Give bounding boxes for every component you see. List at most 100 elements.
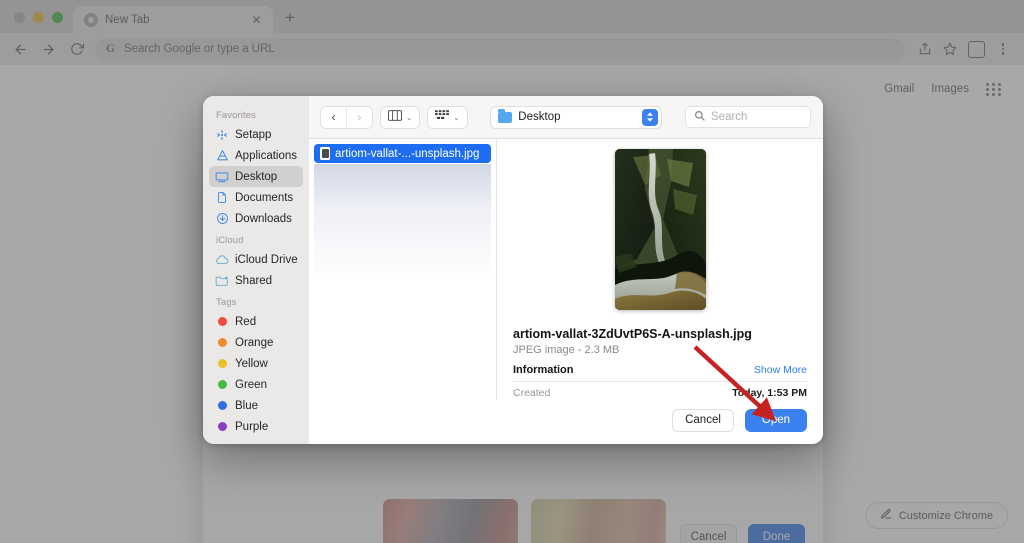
- file-open-dialog: Favorites Setapp Applications Desktop Docume…: [203, 96, 823, 444]
- background-thumbnail[interactable]: [531, 499, 666, 543]
- forward-icon: ›: [357, 110, 362, 124]
- images-link[interactable]: Images: [931, 83, 969, 95]
- minimize-window-button[interactable]: [33, 12, 44, 23]
- sidebar-item-label: Applications: [235, 149, 298, 162]
- cancel-button[interactable]: Cancel: [672, 408, 734, 432]
- window-traffic-lights: [0, 12, 73, 33]
- sidebar-item-blue[interactable]: Blue: [209, 395, 303, 416]
- downloads-icon: [215, 212, 229, 226]
- group-view-icon: [435, 108, 450, 126]
- sidebar-item-documents[interactable]: Documents: [209, 187, 303, 208]
- close-icon[interactable]: ✕: [249, 12, 264, 27]
- preview-filename: artiom-vallat-3ZdUvtP6S-A-unsplash.jpg: [513, 327, 752, 341]
- background-cancel-button[interactable]: Cancel: [680, 524, 737, 543]
- profile-icon[interactable]: [968, 40, 985, 58]
- tag-dot-icon: [215, 378, 229, 392]
- tag-color-dot: [217, 317, 227, 326]
- sidebar: Favorites Setapp Applications Desktop Docume…: [203, 96, 309, 444]
- group-by-button[interactable]: ⌄: [427, 105, 468, 129]
- gmail-link[interactable]: Gmail: [884, 83, 914, 95]
- tag-dot-icon: [215, 399, 229, 413]
- current-folder-label: Desktop: [518, 111, 561, 123]
- cloud-icon: [215, 253, 229, 267]
- sidebar-item-label: Shared: [235, 274, 273, 287]
- preview-kind-size: JPEG image - 2.3 MB: [513, 344, 620, 356]
- back-icon[interactable]: ‹: [321, 107, 346, 128]
- show-more-link[interactable]: Show More: [754, 364, 807, 376]
- sidebar-item-orange[interactable]: Orange: [209, 332, 303, 353]
- tag-color-dot: [217, 338, 227, 347]
- desktop-icon: [215, 170, 229, 184]
- browser-tab[interactable]: New Tab ✕: [73, 6, 273, 33]
- more-menu-icon[interactable]: [991, 37, 1015, 61]
- sidebar-item-label: Downloads: [235, 212, 292, 225]
- sidebar-item-label: Setapp: [235, 128, 272, 141]
- new-tab-button[interactable]: +: [277, 7, 303, 33]
- bookmark-star-icon[interactable]: [938, 37, 962, 61]
- search-input[interactable]: G Search Google or type a URL: [95, 37, 905, 61]
- stepper-icon[interactable]: [642, 108, 659, 126]
- information-label: Information: [513, 364, 574, 376]
- shared-folder-icon: [215, 274, 229, 288]
- background-dialog-footer: Cancel Done: [680, 524, 805, 543]
- sidebar-item-downloads[interactable]: Downloads: [209, 208, 303, 229]
- sidebar-item-label: Purple: [235, 420, 269, 433]
- sidebar-item-desktop[interactable]: Desktop: [209, 166, 303, 187]
- reload-icon[interactable]: [64, 37, 89, 62]
- tag-dot-icon: [215, 315, 229, 329]
- sidebar-item-label: Desktop: [235, 170, 278, 183]
- sidebar-item-shared[interactable]: Shared: [209, 270, 303, 291]
- tag-color-dot: [217, 401, 227, 410]
- sidebar-item-label: Orange: [235, 336, 274, 349]
- sidebar-item-setapp[interactable]: Setapp: [209, 124, 303, 145]
- information-header: Information Show More: [513, 364, 807, 376]
- sidebar-item-green[interactable]: Green: [209, 374, 303, 395]
- view-mode-button[interactable]: ⌄: [380, 105, 421, 129]
- sidebar-item-label: Red: [235, 315, 257, 328]
- created-value: Today, 1:53 PM: [732, 387, 807, 399]
- divider: [513, 381, 807, 382]
- sidebar-item-applications[interactable]: Applications: [209, 145, 303, 166]
- back-icon[interactable]: [8, 37, 33, 62]
- tag-color-dot: [217, 359, 227, 368]
- customize-chrome-label: Customize Chrome: [898, 509, 993, 522]
- sidebar-item-yellow[interactable]: Yellow: [209, 353, 303, 374]
- open-button[interactable]: Open: [745, 408, 807, 432]
- preview-column: artiom-vallat-3ZdUvtP6S-A-unsplash.jpg J…: [497, 139, 823, 400]
- file-list-column[interactable]: artiom-vallat-...-unsplash.jpg: [309, 139, 497, 400]
- applications-icon: [215, 149, 229, 163]
- sidebar-group-header: iCloud: [216, 235, 244, 246]
- created-label: Created: [513, 387, 551, 399]
- file-panel-footer: Cancel Open: [309, 400, 823, 444]
- sidebar-item-purple[interactable]: Purple: [209, 416, 303, 437]
- share-icon[interactable]: [913, 37, 937, 61]
- sidebar-item-icloud-drive[interactable]: iCloud Drive: [209, 249, 303, 270]
- apps-grid-icon[interactable]: [986, 81, 1002, 97]
- tag-dot-icon: [215, 420, 229, 434]
- pencil-icon: [880, 508, 892, 523]
- zoom-window-button[interactable]: [52, 12, 63, 23]
- tab-title: New Tab: [105, 13, 150, 26]
- navigation-segment: ‹ ›: [320, 105, 373, 129]
- chrome-icon: [84, 12, 98, 27]
- tag-color-dot: [217, 380, 227, 389]
- sidebar-item-red[interactable]: Red: [209, 311, 303, 332]
- forward-icon[interactable]: [36, 37, 61, 62]
- file-name-label: artiom-vallat-...-unsplash.jpg: [335, 147, 480, 160]
- sidebar-item-label: Yellow: [235, 357, 268, 370]
- sidebar-item-label: iCloud Drive: [235, 253, 298, 266]
- chevron-down-icon: ⌄: [406, 112, 413, 122]
- table-row[interactable]: artiom-vallat-...-unsplash.jpg: [314, 144, 491, 163]
- search-input[interactable]: Search: [685, 106, 811, 128]
- background-done-button[interactable]: Done: [748, 524, 805, 543]
- close-window-button[interactable]: [14, 12, 25, 23]
- path-popup-button[interactable]: Desktop: [490, 105, 663, 129]
- columns-view-icon: [388, 108, 402, 126]
- file-metadata: artiom-vallat-3ZdUvtP6S-A-unsplash.jpg J…: [513, 327, 807, 399]
- google-icon: G: [106, 43, 115, 55]
- selection-glow: [314, 164, 491, 282]
- browser-columns: artiom-vallat-...-unsplash.jpg artiom-va…: [309, 139, 823, 400]
- search-placeholder: Search: [711, 111, 748, 123]
- customize-chrome-button[interactable]: Customize Chrome: [864, 502, 1008, 529]
- background-thumbnail[interactable]: [383, 499, 518, 543]
